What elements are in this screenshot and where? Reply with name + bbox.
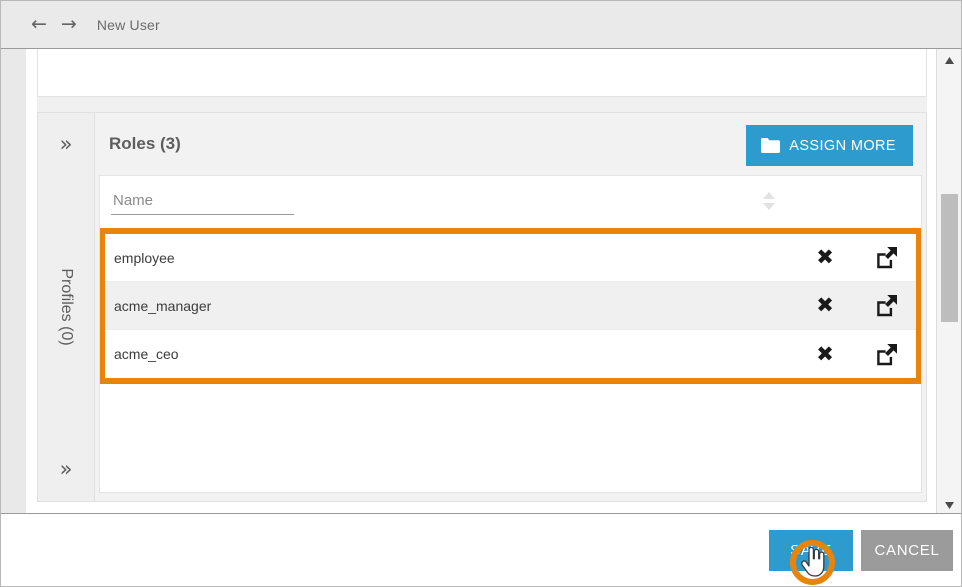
close-x-icon[interactable]: ✖ <box>813 246 837 270</box>
row-actions: ✖ <box>813 342 898 366</box>
double-chevron-right-icon-top[interactable]: » <box>38 134 94 155</box>
role-name: acme_manager <box>114 297 212 314</box>
content-area: » Profiles (0) » Roles (3) ASSIGN MORE N… <box>1 48 961 516</box>
arrow-right-icon[interactable]: → <box>61 15 77 34</box>
row-actions: ✖ <box>813 294 898 318</box>
name-filter-input[interactable] <box>111 189 294 215</box>
sidebar-tab-profiles[interactable]: » Profiles (0) » <box>37 112 95 502</box>
roles-table: employee ✖ acme_manager ✖ acme_ceo ✖ <box>99 175 922 493</box>
assign-more-label: ASSIGN MORE <box>789 137 896 154</box>
role-name: acme_ceo <box>114 346 179 362</box>
roles-table-filter-row <box>100 176 921 228</box>
assign-more-button[interactable]: ASSIGN MORE <box>746 125 913 166</box>
table-row[interactable]: employee ✖ <box>105 234 916 282</box>
close-x-icon[interactable]: ✖ <box>813 342 837 366</box>
arrow-left-icon[interactable]: ← <box>31 15 47 34</box>
roles-panel: Roles (3) ASSIGN MORE Name employee ✖ ac… <box>95 112 927 502</box>
table-row[interactable]: acme_manager ✖ <box>105 282 916 330</box>
page-title: New User <box>96 16 160 33</box>
footer-bar: SAVE CANCEL <box>1 513 961 586</box>
application-window: ← → New User » Profiles (0) » Roles (3) <box>0 0 962 587</box>
double-chevron-right-icon-bottom[interactable]: » <box>38 459 94 480</box>
external-link-icon[interactable] <box>874 294 898 318</box>
upper-form-card <box>37 49 927 97</box>
close-x-icon[interactable]: ✖ <box>813 294 837 318</box>
upper-card-shadow <box>37 97 927 112</box>
breadcrumb-bar: ← → New User <box>1 1 961 48</box>
roles-section: » Profiles (0) » Roles (3) ASSIGN MORE N… <box>37 112 927 502</box>
left-gutter <box>1 49 26 516</box>
scrollbar-thumb[interactable] <box>941 194 958 322</box>
external-link-icon[interactable] <box>874 342 898 366</box>
cancel-button[interactable]: CANCEL <box>861 530 953 571</box>
roles-panel-header: Roles (3) ASSIGN MORE <box>95 113 926 175</box>
vertical-scrollbar[interactable] <box>936 49 961 516</box>
external-link-icon[interactable] <box>874 246 898 270</box>
sidebar-tab-label: Profiles (0) <box>58 268 75 346</box>
role-name: employee <box>114 249 175 266</box>
roles-title: Roles (3) <box>109 134 181 153</box>
folder-icon <box>761 138 781 153</box>
row-actions: ✖ <box>813 246 898 270</box>
scroll-up-arrow-icon[interactable] <box>937 49 961 71</box>
scroll-viewport: » Profiles (0) » Roles (3) ASSIGN MORE N… <box>26 49 936 516</box>
save-button[interactable]: SAVE <box>769 530 853 571</box>
table-row[interactable]: acme_ceo ✖ <box>105 330 916 378</box>
sort-updown-icon[interactable] <box>762 191 776 211</box>
selected-roles-highlight: employee ✖ acme_manager ✖ acme_ceo ✖ <box>100 228 921 384</box>
